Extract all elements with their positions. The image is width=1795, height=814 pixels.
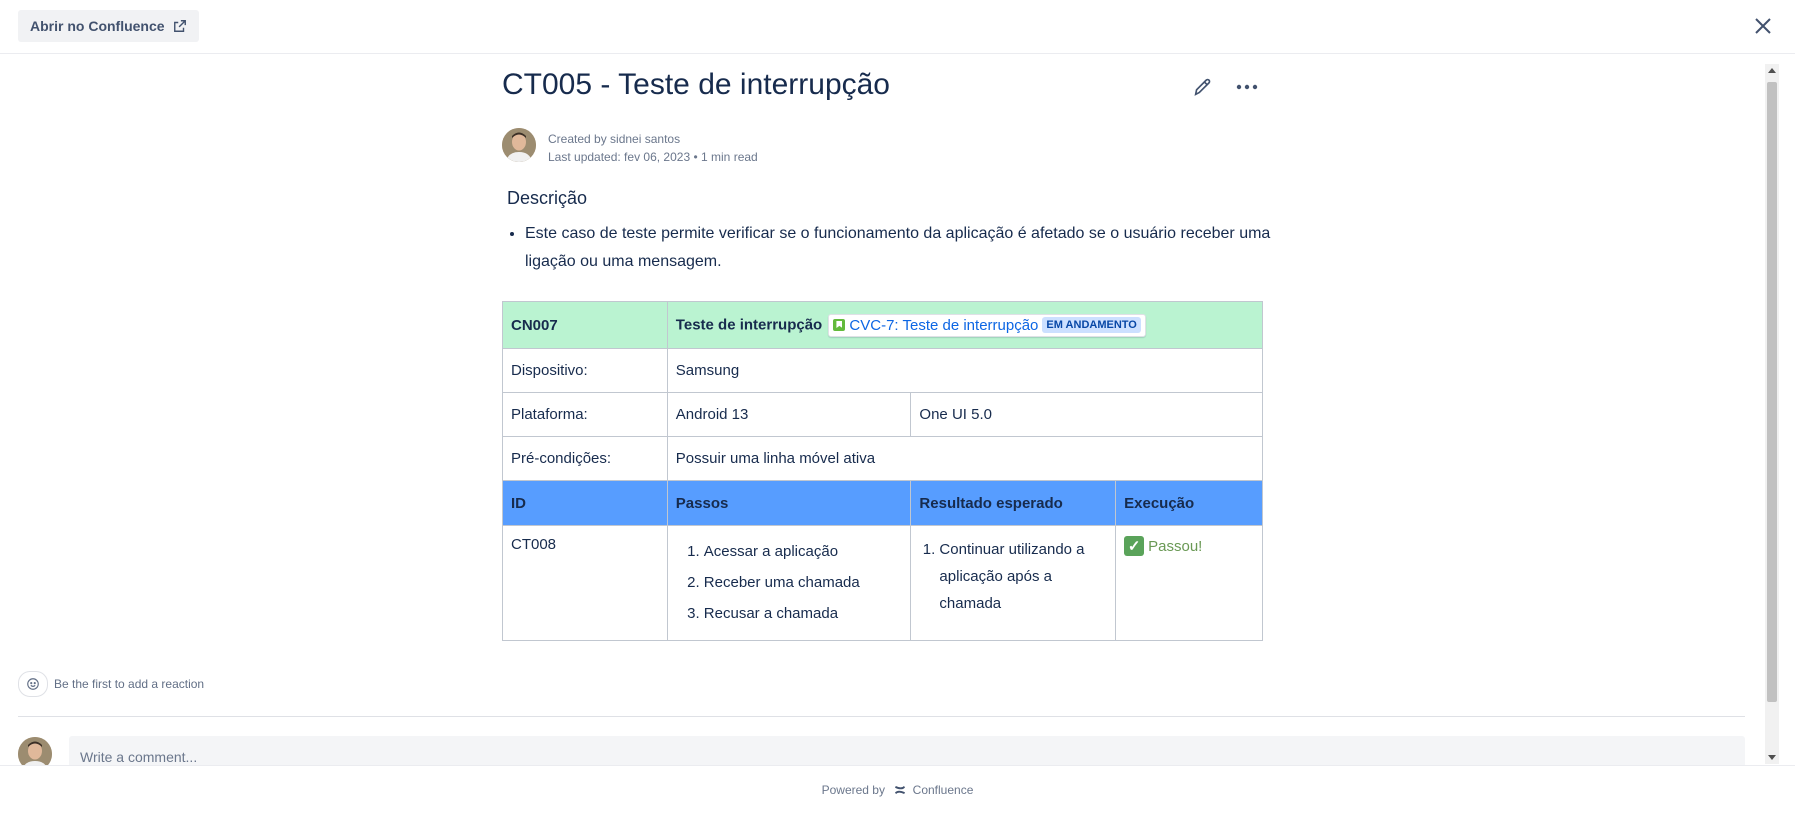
column-header-expected: Resultado esperado (910, 480, 1117, 526)
page-meta: Created by sidnei santos Last updated: f… (548, 130, 758, 166)
device-label: Dispositivo: (502, 348, 668, 393)
column-header-steps: Passos (666, 480, 912, 526)
preconditions-value: Possuir uma linha móvel ativa (666, 436, 1264, 481)
confluence-logo-icon (895, 786, 906, 794)
description-list: Este caso de teste permite verificar se … (507, 220, 1275, 276)
case-id-cell: CT008 (502, 525, 668, 641)
close-icon[interactable] (1751, 14, 1775, 38)
jira-issue-link[interactable]: CVC-7: Teste de interrupção EM ANDAMENTO (828, 313, 1146, 337)
preconditions-label: Pré-condições: (502, 436, 668, 481)
powered-by: Powered by Confluence (0, 783, 1795, 797)
status-badge: EM ANDAMENTO (1042, 317, 1141, 333)
smiley-add-icon (27, 678, 39, 690)
scenario-title-cell: Teste de interrupção CVC-7: Teste de int… (666, 301, 1264, 349)
step-item: Receber uma chamada (704, 567, 903, 598)
scroll-down-arrow-icon[interactable] (1768, 755, 1776, 760)
page-content-area: CT005 - Teste de interrupção Created by … (0, 54, 1760, 765)
reaction-prompt: Be the first to add a reaction (54, 677, 205, 691)
top-bar: Abrir no Confluence (0, 0, 1795, 54)
created-by-text: Created by sidnei santos (548, 132, 681, 146)
description-item: Este caso de teste permite verificar se … (525, 220, 1275, 276)
table-row: Plataforma: Android 13 One UI 5.0 (502, 392, 1263, 437)
footer: Powered by Confluence (0, 765, 1795, 814)
table-row: Pré-condições: Possuir uma linha móvel a… (502, 436, 1264, 481)
check-mark-icon: ✓ (1124, 536, 1145, 556)
open-in-confluence-button[interactable]: Abrir no Confluence (18, 10, 199, 42)
platform-value: Android 13 (666, 392, 912, 437)
description-heading: Descrição (507, 188, 588, 208)
step-item: Recusar a chamada (704, 598, 903, 629)
page-title: CT005 - Teste de interrupção (502, 68, 890, 101)
confluence-brand-text: Confluence (912, 783, 974, 797)
author-avatar[interactable] (502, 128, 536, 162)
step-item: Acessar a aplicação (704, 536, 903, 567)
divider (18, 716, 1745, 717)
comment-input[interactable]: Write a comment... (69, 736, 1745, 765)
platform-ui-value: One UI 5.0 (910, 392, 1263, 437)
column-header-id: ID (502, 480, 668, 526)
scenario-title: Teste de interrupção (675, 315, 823, 333)
execution-status-text: Passou! (1148, 537, 1203, 555)
case-steps-cell: Acessar a aplicação Receber uma chamada … (666, 525, 912, 641)
external-link-icon (173, 20, 186, 32)
scrollbar-thumb[interactable] (1767, 82, 1777, 702)
story-icon (833, 319, 846, 331)
case-execution-cell: ✓ Passou! (1115, 525, 1263, 641)
device-value: Samsung (666, 348, 1264, 393)
table-row: CT008 Acessar a aplicação Receber uma ch… (502, 525, 1263, 641)
open-in-confluence-label: Abrir no Confluence (30, 18, 165, 34)
scenario-id-cell: CN007 (502, 301, 668, 349)
test-case-table: CN007 Teste de interrupção CVC-7: Teste … (502, 301, 1264, 641)
add-reaction-button[interactable] (18, 671, 48, 697)
case-expected-cell: Continuar utilizando a aplicação após a … (910, 525, 1117, 641)
scrollbar[interactable] (1765, 64, 1779, 764)
platform-label: Plataforma: (502, 392, 668, 437)
meta-separator: • (693, 150, 702, 164)
expected-item: Continuar utilizando a aplicação após a … (939, 536, 1107, 617)
steps-list: Acessar a aplicação Receber uma chamada … (676, 536, 903, 629)
column-header-row: ID Passos Resultado esperado Execução (502, 480, 1263, 526)
read-time-text: 1 min read (701, 150, 758, 164)
column-header-execution: Execução (1115, 480, 1263, 526)
last-updated-line: Last updated: fev 06, 2023 • 1 min read (548, 148, 758, 166)
commenter-avatar (18, 737, 52, 765)
more-actions-icon[interactable] (1234, 76, 1260, 98)
powered-by-text: Powered by (821, 783, 885, 797)
jira-issue-key: CVC-7: Teste de interrupção (849, 316, 1039, 334)
last-updated-text: Last updated: fev 06, 2023 (548, 150, 691, 164)
expected-list: Continuar utilizando a aplicação após a … (919, 536, 1107, 617)
scroll-up-arrow-icon[interactable] (1768, 68, 1776, 73)
execution-status: ✓ Passou! (1124, 536, 1254, 556)
table-header-row: CN007 Teste de interrupção CVC-7: Teste … (502, 301, 1264, 349)
edit-pencil-icon[interactable] (1192, 76, 1214, 98)
table-row: Dispositivo: Samsung (502, 348, 1264, 393)
reactions-bar: Be the first to add a reaction (18, 671, 204, 697)
